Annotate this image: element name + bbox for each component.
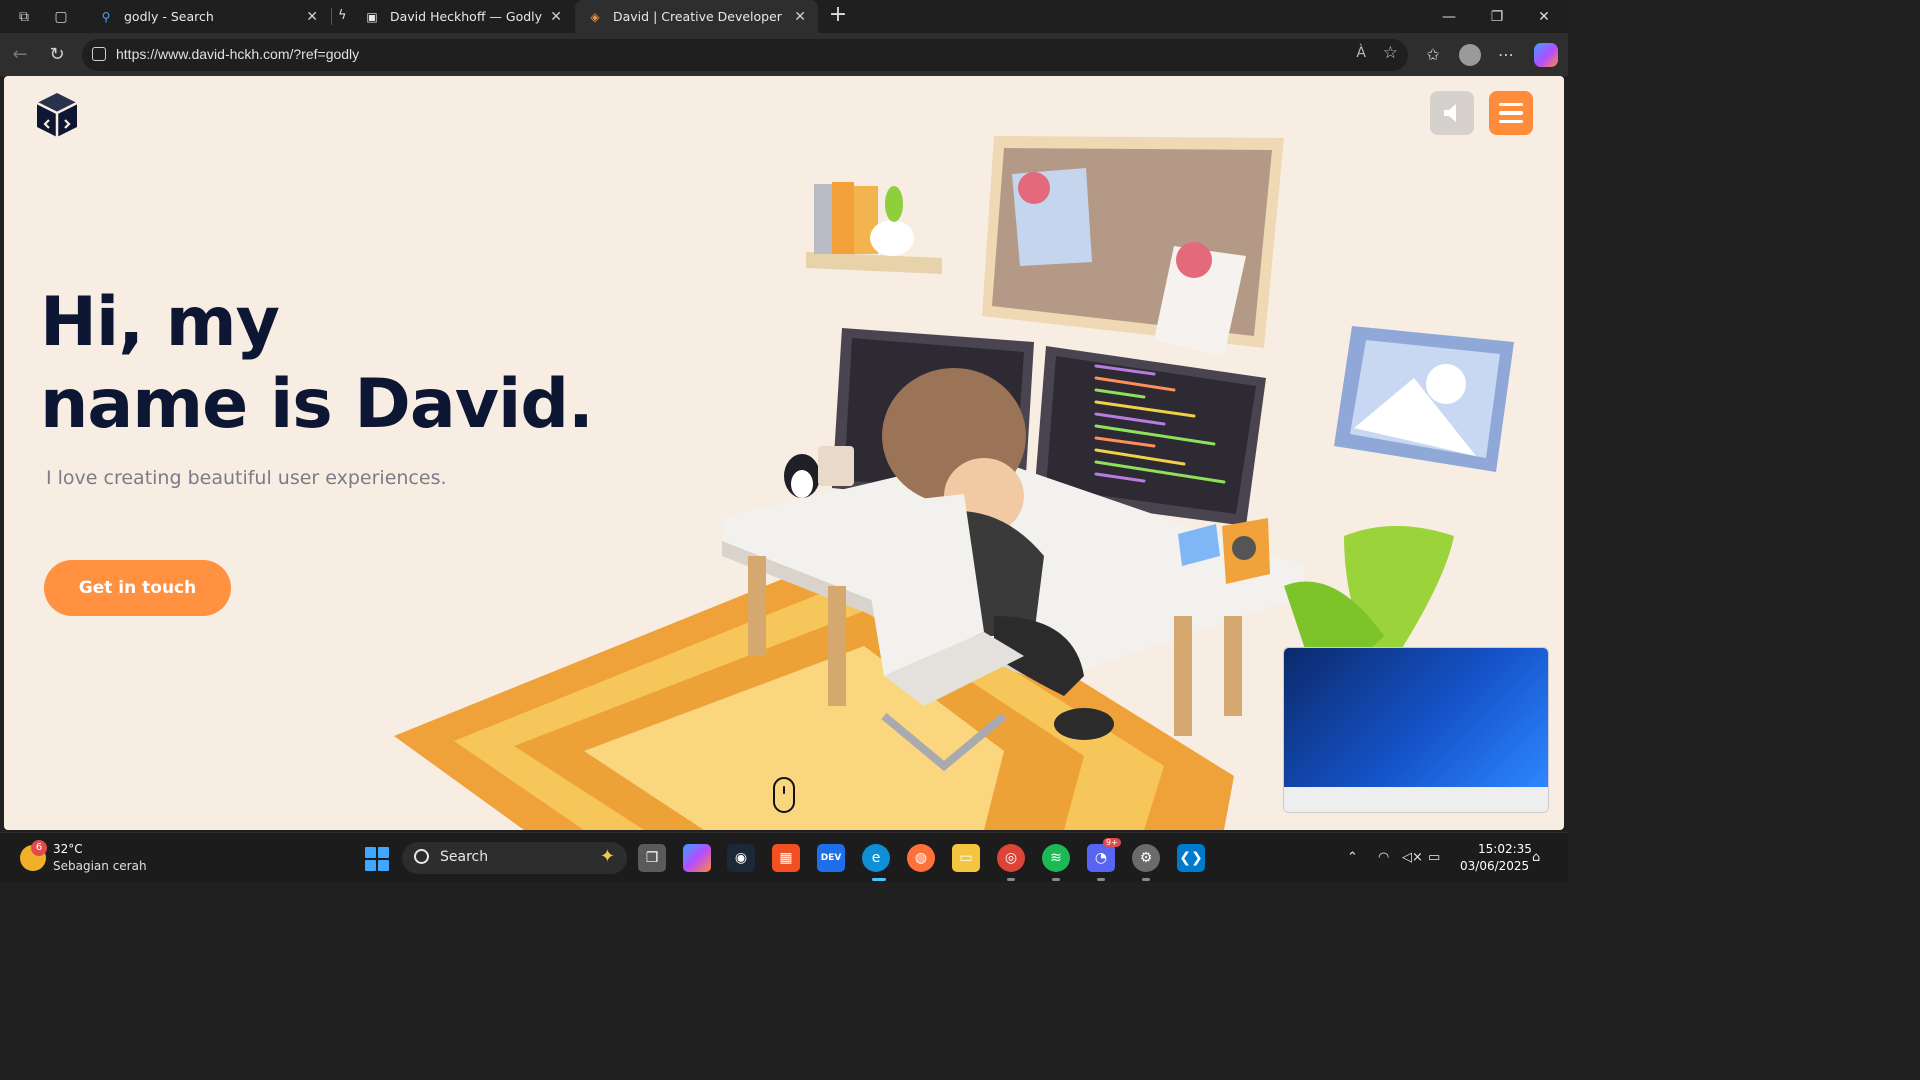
close-tab-icon[interactable]: ✕: [306, 9, 318, 25]
picture-in-picture-preview[interactable]: [1283, 647, 1549, 813]
chrome-icon[interactable]: ◎: [997, 844, 1025, 872]
media-cast-icon: ▣: [366, 9, 378, 24]
search-highlight-icon: ✦: [599, 846, 615, 867]
tab-david-creative-developer[interactable]: ◈ David | Creative Developer ✕: [575, 0, 818, 33]
tab-label: godly - Search: [124, 9, 214, 24]
url-text[interactable]: https://www.david-hckh.com/?ref=godly: [116, 46, 359, 62]
clock-date[interactable]: 03/06/2025: [1460, 859, 1529, 873]
tab-godly-search[interactable]: ⚲ godly - Search ✕: [86, 0, 330, 33]
discord-icon[interactable]: ◔ 9+: [1087, 838, 1121, 872]
windows-taskbar: 6 32°C Sebagian cerah Search ✦ ❐ ◉ ▦ DEV…: [0, 832, 1568, 882]
close-tab-icon[interactable]: ✕: [550, 9, 562, 25]
search-icon: [414, 849, 429, 864]
weather-badge: 6: [31, 840, 47, 856]
taskbar-search[interactable]: Search ✦: [402, 842, 627, 874]
copilot-app-icon[interactable]: [683, 844, 711, 872]
scroll-mouse-icon: [773, 777, 795, 813]
weather-temperature[interactable]: 32°C: [53, 842, 83, 856]
tab-label: David | Creative Developer: [613, 9, 782, 24]
minimize-icon[interactable]: —: [1426, 0, 1472, 33]
running-app-indicator: [1142, 878, 1150, 881]
get-in-touch-button[interactable]: Get in touch: [44, 560, 231, 616]
refresh-icon[interactable]: ↻: [45, 43, 69, 67]
workspaces-icon[interactable]: ⧉: [14, 7, 34, 27]
steam-icon[interactable]: ◉: [727, 844, 755, 872]
active-app-indicator: [872, 878, 886, 881]
cube-favicon-icon: ◈: [590, 9, 600, 24]
volume-muted-icon[interactable]: ◁×: [1402, 850, 1423, 865]
back-arrow-icon[interactable]: ←: [8, 43, 32, 67]
vertical-tabs-icon[interactable]: ▢: [51, 7, 71, 27]
restore-icon[interactable]: ❐: [1474, 0, 1520, 33]
menu-bar: [1499, 111, 1523, 115]
running-app-indicator: [1007, 878, 1015, 881]
discord-badge: 9+: [1103, 838, 1121, 847]
tab-label: David Heckhoff — Godly: [390, 9, 543, 24]
tab-divider: [331, 8, 332, 25]
wifi-icon[interactable]: ◠: [1378, 850, 1389, 865]
battery-icon[interactable]: ▭: [1428, 850, 1440, 865]
godly-bolt-icon: ϟ: [338, 8, 347, 23]
copilot-icon[interactable]: [1534, 43, 1558, 67]
read-aloud-icon[interactable]: À: [1356, 45, 1366, 61]
spotify-icon[interactable]: ≋: [1042, 844, 1070, 872]
windows-start-icon[interactable]: [365, 847, 389, 871]
new-tab-button[interactable]: +: [826, 4, 850, 28]
vscode-icon[interactable]: ❮❯: [1177, 844, 1205, 872]
favorite-star-icon[interactable]: ☆: [1383, 43, 1398, 63]
tab-david-heckhoff-godly[interactable]: ▣ David Heckhoff — Godly ✕: [352, 0, 574, 33]
firefox-icon[interactable]: ◍: [907, 844, 935, 872]
task-view-icon[interactable]: ❐: [638, 844, 666, 872]
address-toolbar: ← ↻ https://www.david-hckh.com/?ref=godl…: [0, 33, 1568, 76]
address-bar[interactable]: https://www.david-hckh.com/?ref=godly À…: [82, 39, 1408, 71]
show-hidden-icons-chevron-icon[interactable]: ⌃: [1347, 850, 1358, 865]
running-app-indicator: [1097, 878, 1105, 881]
menu-bar: [1499, 102, 1523, 107]
settings-gear-icon[interactable]: ⚙: [1132, 844, 1160, 872]
cube-code-logo-icon[interactable]: [32, 90, 82, 140]
microsoft-store-icon[interactable]: ▦: [772, 844, 800, 872]
favorites-icon[interactable]: ✩: [1421, 43, 1445, 67]
browser-tab-bar: ⧉ ▢ ⚲ godly - Search ✕ ϟ ▣ David Heckhof…: [0, 0, 1568, 33]
pip-video-frame: [1284, 648, 1548, 787]
clock-time[interactable]: 15:02:35: [1478, 842, 1532, 856]
close-tab-icon[interactable]: ✕: [794, 9, 806, 25]
more-options-icon[interactable]: ⋯: [1494, 43, 1518, 67]
weather-description[interactable]: Sebagian cerah: [53, 859, 147, 873]
profile-avatar-icon[interactable]: [1459, 44, 1481, 66]
edge-icon[interactable]: e: [862, 844, 890, 872]
file-explorer-icon[interactable]: ▭: [952, 844, 980, 872]
close-window-icon[interactable]: ✕: [1521, 0, 1567, 33]
search-label: Search: [440, 849, 489, 865]
dev-home-icon[interactable]: DEV: [817, 844, 845, 872]
running-app-indicator: [1052, 878, 1060, 881]
notification-bell-icon[interactable]: ⌂: [1532, 850, 1540, 865]
bing-search-icon: ⚲: [101, 9, 111, 24]
site-info-icon[interactable]: [92, 47, 106, 61]
